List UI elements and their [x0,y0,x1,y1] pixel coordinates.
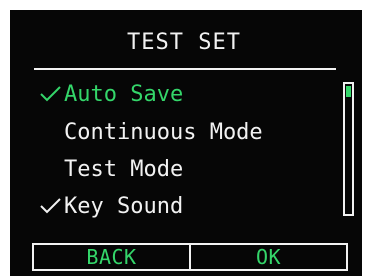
softkey-bar: BACK OK [32,243,348,271]
menu-item-key-sound[interactable]: Key Sound [38,189,183,223]
screen-title: TEST SET [127,30,241,55]
ok-button[interactable]: OK [191,245,346,269]
menu-item-label: Test Mode [64,156,184,182]
back-button[interactable]: BACK [34,245,189,269]
menu-item-label: Key Sound [64,193,184,219]
menu-item-test-mode[interactable]: Test Mode [38,152,183,186]
menu-item-label: Continuous Mode [64,119,263,145]
menu-scrollbar[interactable] [343,82,354,216]
checkmark-icon [38,84,64,104]
checkmark-icon [38,196,64,216]
title-divider [34,68,336,70]
checkmark-placeholder [38,122,64,142]
menu-item-auto-save[interactable]: Auto Save [38,77,183,111]
menu-item-label: Auto Save [64,81,184,107]
checkmark-placeholder [38,159,64,179]
scrollbar-thumb[interactable] [346,86,351,97]
lcd-screen: TEST SET Auto Save Continuous Mode Test … [10,10,362,276]
device-frame: TEST SET Auto Save Continuous Mode Test … [0,0,374,279]
menu-item-continuous-mode[interactable]: Continuous Mode [38,115,263,149]
